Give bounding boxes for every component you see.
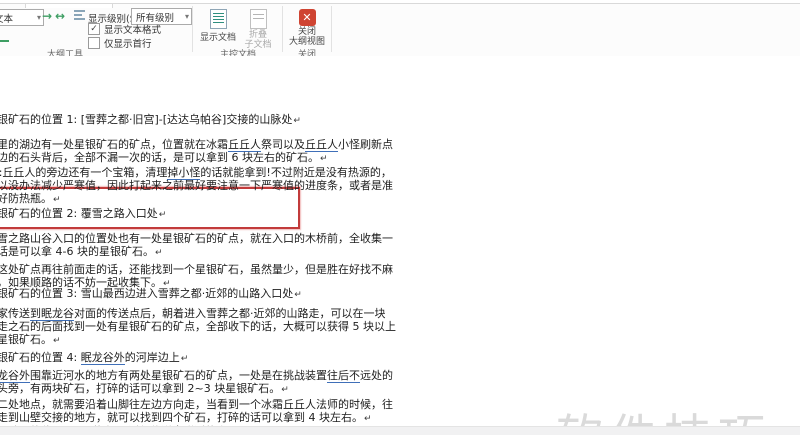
text-segment: 小怪刷新点 xyxy=(338,138,393,151)
paragraph[interactable]: 从这处矿点再往前面走的话，还能找到一个星银矿石，虽然量少，但是胜在好找不麻 烦，如… xyxy=(0,263,506,289)
text-segment: 所以没办法减少严寒值，因此打起来之前最好要注意一下严寒值的进度条，或者是准 xyxy=(0,179,393,192)
show-level-icon xyxy=(74,10,85,21)
text-segment: 第二处地点，就需要沿着山脚往左边方向走，当看到一个冰霜丘丘人法师的时候，往 xyxy=(0,398,393,411)
paragraph[interactable]: 星银矿石的位置 4: 眠龙谷外的河岸边上↵ xyxy=(0,351,506,365)
checkbox-icon[interactable]: ✓ xyxy=(88,23,100,35)
checkbox-label: 仅显示首行 xyxy=(104,39,152,50)
text-line: 旁边的石头背后，全部不漏一次的话，是可以拿到 6 块左右的矿石。↵ xyxy=(0,151,328,164)
proofing-marked-text: 龙谷外 xyxy=(0,369,30,383)
paragraph-mark-icon: ↵ xyxy=(293,116,301,126)
text-segment: 远处的 xyxy=(360,369,393,382)
paragraph-mark-icon: ↵ xyxy=(320,154,328,164)
text-line: 飞走之石的后面找到一处有星银矿石的矿点，全部收下的话，大概可以获得 5 块以上 xyxy=(0,320,396,333)
checkbox-label: 显示文本格式 xyxy=(104,25,162,36)
text-segment: ps:丘丘人的旁边还有一个宝箱，清理 xyxy=(0,166,168,179)
close-icon: ✕ xyxy=(298,9,316,26)
group-divider xyxy=(192,6,193,52)
text-segment: 的星银矿石。 xyxy=(0,333,52,346)
text-segment: 大家传送 xyxy=(0,307,30,320)
text-line: 的话是可以拿 4-6 块的星银矿石。↵ xyxy=(0,245,163,258)
collapse-subdocuments-icon xyxy=(249,9,267,29)
paragraph[interactable]: 大家传送到眠龙谷对面的传送点后，朝着进入雪葬之都·近郊的山路走，可以在一块飞走之… xyxy=(0,307,506,346)
text-segment: 这里的湖边有一处星银矿石的矿点，位置就在冰霜 xyxy=(0,138,228,151)
text-segment: 备好防热瓶。 xyxy=(0,192,52,205)
close-label-line2: 大纲视图 xyxy=(288,37,325,47)
text-segment: 星银矿石的位置 2: 覆雪之路入口处 xyxy=(0,207,158,220)
paragraph[interactable]: 第二处地点，就需要沿着山脚往左边方向走，当看到一个冰霜丘丘人法师的时候，往 上走到… xyxy=(0,398,506,424)
text-line: 星银矿石的位置 1: [雪葬之都·旧宫]-[达达乌帕谷]交接的山脉处↵ xyxy=(0,113,301,126)
paragraph[interactable]: 覆雪之路山谷入口的位置处也有一处星银矿石的矿点，就在入口的木桥前，全收集一 的话是… xyxy=(0,232,506,258)
paragraph[interactable]: 星银矿石的位置 3: 雪山最西边进入雪葬之都·近郊的山路入口处↵ xyxy=(0,287,506,300)
text-line: 眠龙谷外围靠近河水的地方有两处星银矿石的矿点，一处是在挑战装置往后不远处的 xyxy=(0,369,393,383)
paragraph[interactable]: 星银矿石的位置 1: [雪葬之都·旧宫]-[达达乌帕谷]交接的山脉处↵ xyxy=(0,113,506,126)
chevron-down-icon: ▾ xyxy=(36,13,41,22)
text-line: 从这处矿点再往前面走的话，还能找到一个星银矿石，虽然量少，但是胜在好找不麻 xyxy=(0,263,393,276)
paragraph-mark-icon: ↵ xyxy=(154,248,163,258)
collapse-label-line1: 折叠 xyxy=(248,30,267,40)
close-label-line1: 关闭 xyxy=(297,27,316,37)
text-segment: 星银矿石的位置 4: xyxy=(0,351,78,364)
text-segment: 祭司以及 xyxy=(261,138,305,151)
paragraph-mark-icon: ↵ xyxy=(364,414,372,424)
paragraph[interactable]: ps:丘丘人的旁边还有一个宝箱，清理掉小怪的话就能拿到!不过附近是没有热源的，所… xyxy=(0,166,506,205)
demote-arrow-icon[interactable]: → xyxy=(42,9,52,23)
text-segment: 覆雪之路山谷入口的位置处也有一处星银矿石的矿点，就在入口的木桥前，全收集一 xyxy=(0,232,393,245)
text-segment: 的河岸边上 xyxy=(124,351,180,364)
text-segment: 的话是可以拿 4-6 块的星银矿石。 xyxy=(0,245,154,258)
paragraph[interactable]: 眠龙谷外围靠近河水的地方有两处星银矿石的矿点，一处是在挑战装置往后不远处的石头旁… xyxy=(0,369,506,395)
group-divider xyxy=(282,6,283,52)
text-segment: 石头旁，有两块矿石，打碎的话可以拿到 2~3 块星银矿石。 xyxy=(0,382,281,395)
text-segment: 的话就能拿到!不过附近是没有热源的， xyxy=(200,166,392,179)
text-line: 的星银矿石。↵ xyxy=(0,333,61,346)
paragraph[interactable]: 这里的湖边有一处星银矿石的矿点，位置就在冰霜丘丘人祭司以及丘丘人小怪刷新点 旁边的… xyxy=(0,138,506,164)
chevron-down-icon: ▾ xyxy=(184,12,189,21)
paragraph-mark-icon: ↵ xyxy=(53,195,61,205)
text-segment: 旁边的石头背后，全部不漏一次的话，是可以拿到 6 块左右的矿石。 xyxy=(0,151,319,164)
show-document-icon xyxy=(209,9,227,29)
text-line: 第二处地点，就需要沿着山脚往左边方向走，当看到一个冰霜丘丘人法师的时候，往 xyxy=(0,398,393,411)
proofing-marked-text: 到眠龙谷 xyxy=(30,307,74,321)
show-document-label: 显示文档 xyxy=(199,33,236,43)
active-tab-bottom xyxy=(25,4,113,8)
text-segment: 从这处矿点再往前面走的话，还能找到一个星银矿石，虽然量少，但是胜在好找不麻 xyxy=(0,263,393,276)
text-segment: 围靠近河水的地方有两处星银矿石的矿点，一处是在挑战装置 xyxy=(30,369,327,382)
text-line: 大家传送到眠龙谷对面的传送点后，朝着进入雪葬之都·近郊的山路走，可以在一块 xyxy=(0,307,386,321)
text-line: 石头旁，有两块矿石，打碎的话可以拿到 2~3 块星银矿石。↵ xyxy=(0,382,289,395)
paragraph[interactable]: 星银矿石的位置 2: 覆雪之路入口处↵ xyxy=(0,207,506,220)
demote-to-bodytext-icon[interactable]: ↔ xyxy=(55,9,65,23)
paragraph-mark-icon: ↵ xyxy=(294,290,302,300)
document-body[interactable]: 软件技巧 星银矿石的位置 1: [雪葬之都·旧宫]-[达达乌帕谷]交接的山脉处↵… xyxy=(0,56,800,426)
proofing-marked-text: 丘丘人 xyxy=(228,138,261,152)
watermark: 软件技巧 xyxy=(556,398,772,426)
proofing-marked-text: 丘丘人 xyxy=(305,138,338,152)
text-line: 备好防热瓶。↵ xyxy=(0,192,61,205)
paragraph-mark-icon: ↵ xyxy=(158,210,167,220)
text-segment: 星银矿石的位置 3: 雪山最西边进入雪葬之都·近郊的山路入口处 xyxy=(0,287,294,300)
paragraph-mark-icon: ↵ xyxy=(281,385,289,395)
ribbon-outlining: 正文文本 ▾ → ↔ 显示级别(S): 所有级别 ▾ ✓ 显示文本格式 仅显示首… xyxy=(0,3,800,60)
text-segment: 星银矿石的位置 1: [雪葬之都·旧宫]-[达达乌帕谷]交接的山脉处 xyxy=(0,113,293,126)
text-line: 星银矿石的位置 2: 覆雪之路入口处↵ xyxy=(0,207,166,220)
text-line: 这里的湖边有一处星银矿石的矿点，位置就在冰霜丘丘人祭司以及丘丘人小怪刷新点 xyxy=(0,138,393,152)
collapse-outline-icon[interactable] xyxy=(0,40,9,42)
text-line: 上走到山壁交接的地方，就可以找到四个矿石，打碎的话可以拿到 4 块左右。↵ xyxy=(0,411,372,424)
text-segment: 上走到山壁交接的地方，就可以找到四个矿石，打碎的话可以拿到 4 块左右。 xyxy=(0,411,363,424)
text-segment: 对面的传送点后，朝着进入雪葬之都·近郊的山路走，可以在一块 xyxy=(74,307,386,320)
checkbox-show-text-formatting[interactable]: ✓ 显示文本格式 xyxy=(88,23,162,36)
proofing-marked-text: 眠龙谷外 xyxy=(80,351,125,365)
text-segment: 飞走之石的后面找到一处有星银矿石的矿点，全部收下的话，大概可以获得 5 块以上 xyxy=(0,320,396,333)
outline-level-dropdown[interactable]: 正文文本 ▾ xyxy=(0,9,44,26)
group-divider xyxy=(331,6,332,52)
text-line: 所以没办法减少严寒值，因此打起来之前最好要注意一下严寒值的进度条，或者是准 xyxy=(0,179,393,192)
proofing-marked-text: 往后不 xyxy=(327,369,360,383)
paragraph-mark-icon: ↵ xyxy=(53,336,61,346)
text-line: ps:丘丘人的旁边还有一个宝箱，清理掉小怪的话就能拿到!不过附近是没有热源的， xyxy=(0,166,392,180)
text-line: 星银矿石的位置 3: 雪山最西边进入雪葬之都·近郊的山路入口处↵ xyxy=(0,287,302,300)
paragraph-mark-icon: ↵ xyxy=(180,354,189,364)
proofing-marked-text: 掉小怪 xyxy=(167,166,201,180)
text-line: 星银矿石的位置 4: 眠龙谷外的河岸边上↵ xyxy=(0,351,189,365)
outline-level-value: 正文文本 xyxy=(0,13,14,25)
text-line: 覆雪之路山谷入口的位置处也有一处星银矿石的矿点，就在入口的木桥前，全收集一 xyxy=(0,232,393,245)
